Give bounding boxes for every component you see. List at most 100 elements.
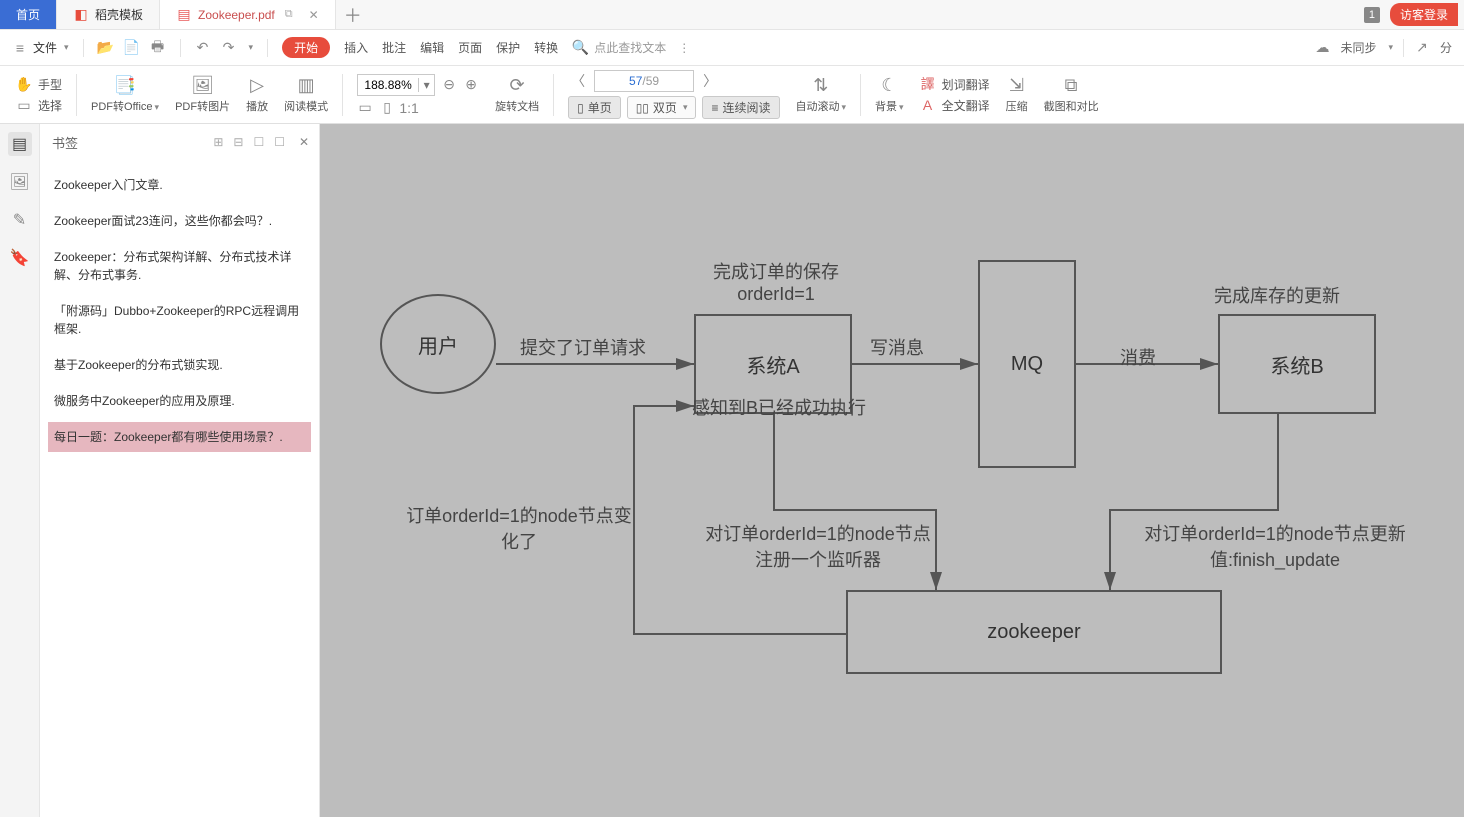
notification-badge[interactable]: 1	[1364, 7, 1380, 23]
guest-login-button[interactable]: 访客登录	[1390, 3, 1458, 26]
background-button[interactable]: ☾背景▾	[869, 66, 910, 123]
moon-icon: ☾	[881, 75, 897, 96]
rotate-button[interactable]: ⟳旋转文档	[489, 66, 545, 123]
cursor-icon: ▭	[16, 97, 32, 113]
search-more-icon[interactable]: ⋮	[678, 41, 690, 55]
save-icon[interactable]: 📄	[124, 40, 140, 56]
convert-image-icon: 🖼	[191, 75, 214, 96]
rail-thumbnail-icon[interactable]: 🖼	[8, 170, 32, 194]
label-update: 对订单orderId=1的node节点更新值:finish_update	[1120, 520, 1430, 572]
pdf-canvas[interactable]: 用户 系统A MQ 系统B zookeeper 完成订单的保存 orderId=…	[320, 124, 1464, 817]
fit-page-icon[interactable]: ▯	[379, 100, 395, 116]
zoom-input[interactable]	[358, 78, 418, 92]
menu-convert[interactable]: 转换	[534, 39, 558, 56]
redo-icon[interactable]: ↷	[221, 40, 237, 56]
tab-pop-out-icon[interactable]: ⧉	[285, 8, 293, 21]
actual-size-icon[interactable]: 1:1	[401, 100, 417, 116]
undo-icon[interactable]: ↶	[195, 40, 211, 56]
rail-annotation-icon[interactable]: ✎	[8, 208, 32, 232]
tool-select[interactable]: ▭选择	[16, 97, 62, 114]
play-button[interactable]: ▷播放	[240, 66, 274, 123]
hand-icon: ✋	[16, 76, 32, 92]
tab-close-icon[interactable]: ✕	[309, 8, 319, 22]
menu-insert[interactable]: 插入	[344, 39, 368, 56]
label-consume: 消费	[1120, 344, 1156, 370]
full-translate[interactable]: A全文翻译	[920, 97, 990, 114]
view-double-page[interactable]: ▯▯双页▾	[627, 96, 697, 119]
pdf-icon: ▤	[176, 7, 192, 23]
menu-page[interactable]: 页面	[458, 39, 482, 56]
ribbon-toolbar: ✋手型 ▭选择 📑PDF转Office▾ 🖼PDF转图片 ▷播放 ▥阅读模式 ▾…	[0, 66, 1464, 124]
menu-edit[interactable]: 编辑	[420, 39, 444, 56]
page-prev[interactable]: 〈	[568, 71, 588, 91]
word-translate[interactable]: 譯划词翻译	[920, 76, 990, 93]
sync-status[interactable]: 未同步	[1340, 39, 1376, 56]
zoom-in-icon[interactable]: ⊕	[463, 77, 479, 93]
search-box[interactable]: 🔍 点此查找文本 ⋮	[572, 39, 690, 56]
zoom-out-icon[interactable]: ⊖	[441, 77, 457, 93]
page-number-field[interactable]: 57/59	[594, 70, 694, 92]
screenshot-icon: ⧉	[1065, 75, 1078, 96]
double-page-icon: ▯▯	[636, 101, 649, 115]
compress-button[interactable]: ⇲压缩	[1000, 66, 1034, 123]
bookmark-panel: 书签 ⊞ ⊟ ☐ ☐ ✕ Zookeeper入门文章.Zookeeper面试23…	[40, 124, 320, 817]
bm-tool-3[interactable]: ☐	[253, 135, 264, 149]
open-icon[interactable]: 📂	[98, 40, 114, 56]
node-system-b: 系统B	[1218, 314, 1376, 414]
bm-tool-4[interactable]: ☐	[274, 135, 285, 149]
rail-outline-icon[interactable]: ▤	[8, 132, 32, 156]
label-node-change: 订单orderId=1的node节点变化了	[404, 502, 634, 554]
label-register: 对订单orderId=1的node节点注册一个监听器	[698, 520, 938, 572]
tab-document[interactable]: ▤ Zookeeper.pdf ⧉ ✕	[160, 0, 336, 29]
bookmark-close-icon[interactable]: ✕	[299, 135, 309, 149]
print-icon[interactable]: 🖶	[150, 40, 166, 56]
label-sense: 感知到B已经成功执行	[692, 394, 866, 420]
menu-protect[interactable]: 保护	[496, 39, 520, 56]
tab-templates[interactable]: ◧ 稻壳模板	[57, 0, 160, 29]
book-icon: ▥	[298, 75, 315, 96]
zoom-field[interactable]: ▾	[357, 74, 435, 96]
bookmark-item[interactable]: Zookeeper：分布式架构详解、分布式技术详解、分布式事务.	[48, 242, 311, 290]
diagram: 用户 系统A MQ 系统B zookeeper 完成订单的保存 orderId=…	[380, 294, 1460, 754]
pdf-to-image[interactable]: 🖼PDF转图片	[169, 66, 236, 123]
translate-word-icon: 譯	[920, 76, 936, 92]
bookmark-item[interactable]: Zookeeper面试23连问，这些你都会吗？.	[48, 206, 311, 236]
hamburger-file-menu[interactable]: ≡ 文件▾	[12, 39, 69, 56]
tab-add[interactable]: ＋	[336, 0, 370, 29]
menu-start[interactable]: 开始	[282, 37, 330, 58]
menu-annotate[interactable]: 批注	[382, 39, 406, 56]
screenshot-compare-button[interactable]: ⧉截图和对比	[1038, 66, 1105, 123]
node-mq: MQ	[978, 260, 1076, 468]
view-continuous[interactable]: ≡连续阅读	[702, 96, 779, 119]
bm-tool-1[interactable]: ⊞	[213, 135, 223, 149]
fit-width-icon[interactable]: ▭	[357, 100, 373, 116]
node-user: 用户	[380, 294, 496, 394]
share-icon[interactable]: ↗	[1414, 40, 1430, 56]
bookmark-item[interactable]: 每日一题：Zookeeper都有哪些使用场景？.	[48, 422, 311, 452]
rail-attachment-icon[interactable]: 🔖	[8, 246, 32, 270]
pdf-to-office[interactable]: 📑PDF转Office▾	[85, 66, 165, 123]
bookmark-item[interactable]: 微服务中Zookeeper的应用及原理.	[48, 386, 311, 416]
node-zookeeper: zookeeper	[846, 590, 1222, 674]
cloud-icon[interactable]: ☁	[1314, 40, 1330, 56]
read-mode-button[interactable]: ▥阅读模式	[278, 66, 334, 123]
single-page-icon: ▯	[577, 101, 584, 115]
tool-hand[interactable]: ✋手型	[16, 76, 62, 93]
rotate-icon: ⟳	[510, 75, 525, 96]
template-icon: ◧	[73, 7, 89, 23]
auto-scroll-button[interactable]: ⇅自动滚动▾	[790, 66, 853, 123]
menu-bar: ≡ 文件▾ 📂 📄 🖶 ↶ ↷▾ 开始 插入 批注 编辑 页面 保护 转换 🔍 …	[0, 30, 1464, 66]
bm-tool-2[interactable]: ⊟	[233, 135, 243, 149]
page-total: /59	[642, 74, 659, 88]
bookmark-item[interactable]: 基于Zookeeper的分布式锁实现.	[48, 350, 311, 380]
search-icon: 🔍	[572, 40, 588, 56]
bookmark-item[interactable]: 「附源码」Dubbo+Zookeeper的RPC远程调用框架.	[48, 296, 311, 344]
page-next[interactable]: 〉	[700, 71, 720, 91]
translate-full-icon: A	[920, 97, 936, 113]
convert-office-icon: 📑	[114, 75, 136, 96]
zoom-dropdown-icon[interactable]: ▾	[418, 78, 434, 92]
search-placeholder: 点此查找文本	[594, 39, 666, 56]
view-single-page[interactable]: ▯单页	[568, 96, 621, 119]
tab-home[interactable]: 首页	[0, 0, 57, 29]
bookmark-item[interactable]: Zookeeper入门文章.	[48, 170, 311, 200]
